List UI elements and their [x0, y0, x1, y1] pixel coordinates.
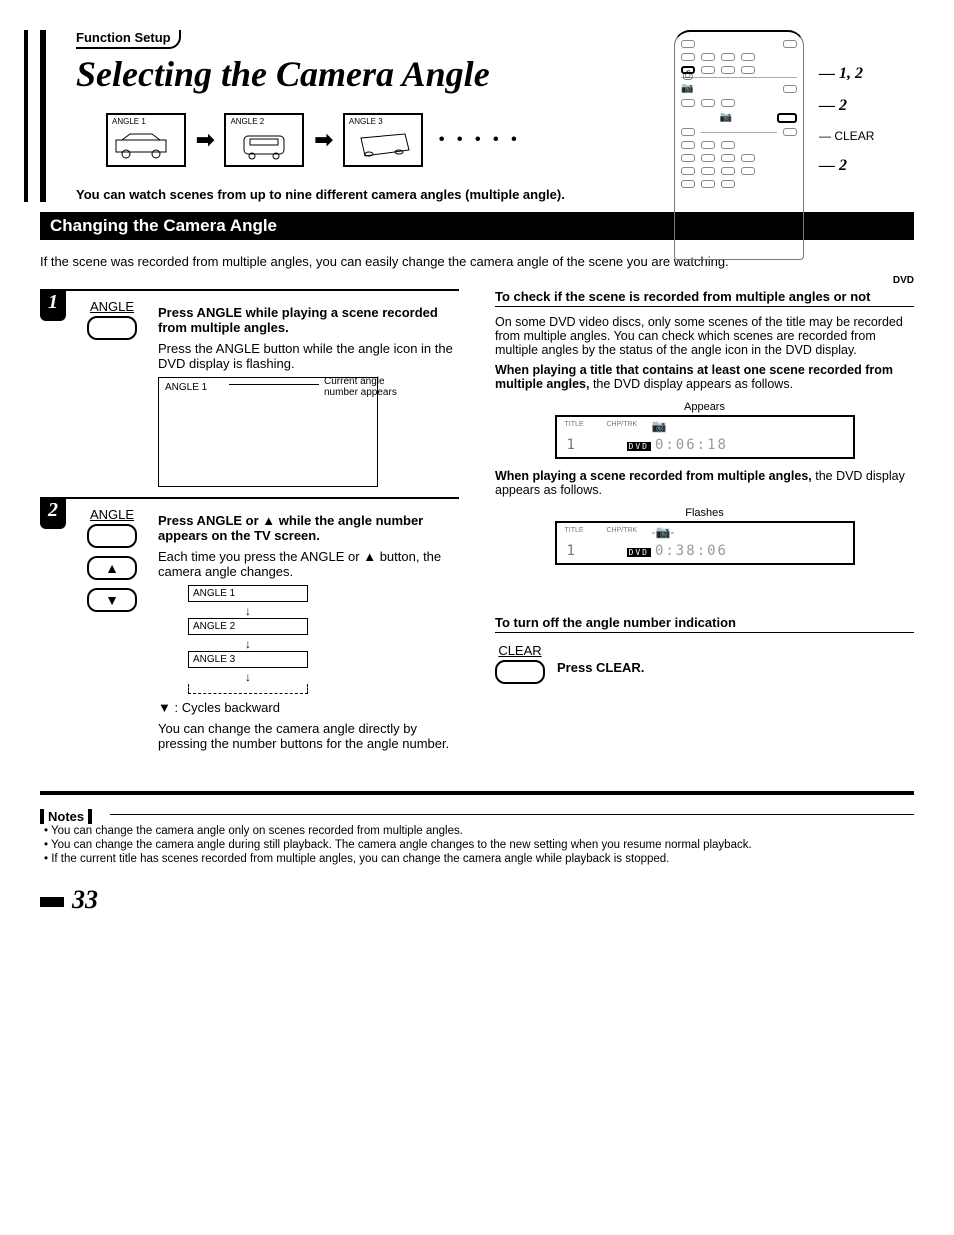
- step-number-2: 2: [40, 499, 66, 529]
- dvd-display-appears: TITLE CHP/TRK 📷 1 DVD0:06:18: [555, 415, 855, 459]
- step2-tail: You can change the camera angle directly…: [158, 721, 459, 751]
- page-title: Selecting the Camera Angle: [76, 53, 914, 95]
- step2-body: Each time you press the ANGLE or ▲ butto…: [158, 549, 459, 579]
- note-3: • If the current title has scenes record…: [44, 853, 914, 865]
- note-1: • You can change the camera angle only o…: [44, 825, 914, 837]
- arrow-icon: ➡: [196, 127, 214, 153]
- check-p1: On some DVD video discs, only some scene…: [495, 315, 914, 357]
- display-flashes-wrap: Flashes TITLE CHP/TRK -📷- 1 DVD0:38:06: [555, 507, 855, 565]
- header-block: Function Setup Selecting the Camera Angl…: [40, 30, 914, 202]
- breadcrumb: Function Setup: [76, 30, 181, 49]
- clear-instruction-row: CLEAR Press CLEAR.: [495, 643, 914, 692]
- clear-key-label: CLEAR: [495, 643, 545, 658]
- step2-heading: Press ANGLE or ▲ while the angle number …: [158, 513, 459, 543]
- up-button-icon: ▲: [87, 556, 137, 580]
- check-p3: When playing a scene recorded from multi…: [495, 469, 914, 497]
- down-button-icon: ▼: [87, 588, 137, 612]
- right-column: To check if the scene is recorded from m…: [495, 289, 914, 767]
- camera-icon: 📷: [652, 419, 667, 433]
- tv-display-box: ANGLE 1 Current angle number appears: [158, 377, 378, 487]
- notes-label: Notes: [40, 809, 92, 824]
- cycles-backward: ▼ : Cycles backward: [158, 700, 459, 715]
- step-number-1: 1: [40, 291, 66, 321]
- step-2: 2 ANGLE ▲ ▼ Press ANGLE or ▲ while the a…: [40, 497, 459, 757]
- car-side-icon: [112, 130, 180, 160]
- step1-body: Press the ANGLE button while the angle i…: [158, 341, 459, 371]
- turnoff-heading: To turn off the angle number indication: [495, 615, 914, 633]
- angle-key-label-2: ANGLE: [80, 507, 144, 522]
- dvd-display-flashes: TITLE CHP/TRK -📷- 1 DVD0:38:06: [555, 521, 855, 565]
- arrow-icon: ➡: [314, 127, 332, 153]
- step1-heading: Press ANGLE while playing a scene record…: [158, 305, 459, 335]
- check-heading: To check if the scene is recorded from m…: [495, 289, 914, 307]
- clear-button-icon: [495, 660, 545, 684]
- page-number: 33: [40, 885, 914, 915]
- display-appears-wrap: Appears TITLE CHP/TRK 📷 1 DVD0:06:18: [555, 401, 855, 459]
- divider: [40, 791, 914, 795]
- note-2: • You can change the camera angle during…: [44, 839, 914, 851]
- angle-box-1: ANGLE 1: [106, 113, 186, 167]
- angle-button-icon: [87, 524, 137, 548]
- angle-box-3: ANGLE 3: [343, 113, 423, 167]
- car-top-icon: [349, 130, 417, 160]
- angle-button-icon: [87, 316, 137, 340]
- car-rear-icon: [230, 130, 298, 160]
- step-1: 1 ANGLE Press ANGLE while playing a scen…: [40, 289, 459, 487]
- angle-sequence-row: ANGLE 1 ➡ ANGLE 2 ➡ ANGLE 3 • • • • •: [76, 113, 914, 167]
- notes-section: Notes • You can change the camera angle …: [40, 809, 914, 865]
- angle-box-2: ANGLE 2: [224, 113, 304, 167]
- dvd-tag: DVD: [893, 275, 914, 286]
- angle-key-label: ANGLE: [80, 299, 144, 314]
- appears-label: Appears: [555, 401, 855, 413]
- press-clear-text: Press CLEAR.: [557, 660, 644, 675]
- check-p2: When playing a title that contains at le…: [495, 363, 914, 391]
- dots-icon: • • • • •: [439, 131, 521, 149]
- callout-current-angle: Current angle number appears: [324, 376, 404, 398]
- flashes-label: Flashes: [555, 507, 855, 519]
- left-column: 1 ANGLE Press ANGLE while playing a scen…: [40, 289, 459, 767]
- multi-angle-text: You can watch scenes from up to nine dif…: [76, 187, 914, 202]
- camera-flash-icon: -📷-: [652, 525, 675, 539]
- angle-cycle-diagram: ANGLE 1 ↓ ANGLE 2 ↓ ANGLE 3 ↓: [158, 585, 338, 694]
